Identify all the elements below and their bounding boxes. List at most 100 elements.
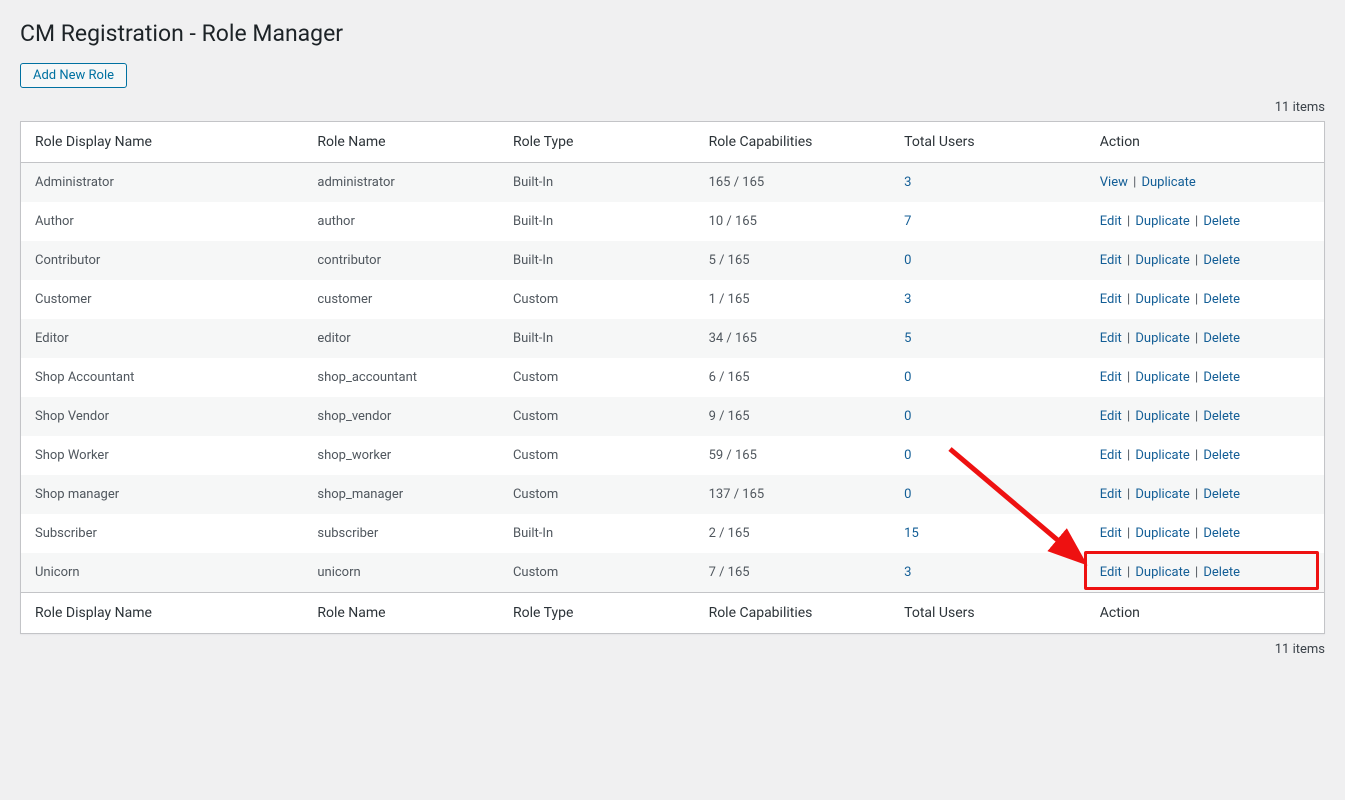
table-row: EditoreditorBuilt-In34 / 1655Edit | Dupl… xyxy=(21,319,1325,358)
edit-link[interactable]: Edit xyxy=(1100,448,1122,463)
users-link[interactable]: 0 xyxy=(904,409,911,424)
table-row: Shop Vendorshop_vendorCustom9 / 1650Edit… xyxy=(21,397,1325,436)
cell-role-name: author xyxy=(307,202,503,241)
edit-link[interactable]: Edit xyxy=(1100,565,1122,580)
col-header-action[interactable]: Action xyxy=(1090,121,1325,162)
col-header-total-users[interactable]: Total Users xyxy=(894,121,1090,162)
duplicate-link[interactable]: Duplicate xyxy=(1135,370,1189,385)
cell-role-name: shop_vendor xyxy=(307,397,503,436)
duplicate-link[interactable]: Duplicate xyxy=(1135,487,1189,502)
cell-role-type: Custom xyxy=(503,280,699,319)
cell-total-users: 3 xyxy=(894,280,1090,319)
cell-role-type: Custom xyxy=(503,397,699,436)
users-link[interactable]: 0 xyxy=(904,370,911,385)
duplicate-link[interactable]: Duplicate xyxy=(1135,331,1189,346)
cell-total-users: 7 xyxy=(894,202,1090,241)
duplicate-link[interactable]: Duplicate xyxy=(1135,526,1189,541)
cell-role-name: administrator xyxy=(307,162,503,202)
cell-display-name: Subscriber xyxy=(21,514,308,553)
cell-actions: Edit | Duplicate | Delete xyxy=(1090,202,1325,241)
delete-link[interactable]: Delete xyxy=(1203,253,1240,268)
cell-total-users: 3 xyxy=(894,162,1090,202)
cell-capabilities: 165 / 165 xyxy=(699,162,895,202)
duplicate-link[interactable]: Duplicate xyxy=(1135,409,1189,424)
col-footer-total-users[interactable]: Total Users xyxy=(894,592,1090,633)
duplicate-link[interactable]: Duplicate xyxy=(1135,448,1189,463)
items-count-bottom: 11 items xyxy=(20,634,1325,657)
col-header-role-type[interactable]: Role Type xyxy=(503,121,699,162)
col-footer-role-name[interactable]: Role Name xyxy=(307,592,503,633)
duplicate-link[interactable]: Duplicate xyxy=(1135,292,1189,307)
cell-display-name: Shop Vendor xyxy=(21,397,308,436)
cell-role-name: shop_worker xyxy=(307,436,503,475)
users-link[interactable]: 0 xyxy=(904,487,911,502)
duplicate-link[interactable]: Duplicate xyxy=(1135,253,1189,268)
col-header-capabilities[interactable]: Role Capabilities xyxy=(699,121,895,162)
delete-link[interactable]: Delete xyxy=(1203,214,1240,229)
users-link[interactable]: 3 xyxy=(904,565,911,580)
cell-capabilities: 137 / 165 xyxy=(699,475,895,514)
cell-actions: Edit | Duplicate | Delete xyxy=(1090,397,1325,436)
delete-link[interactable]: Delete xyxy=(1203,526,1240,541)
users-link[interactable]: 0 xyxy=(904,253,911,268)
cell-actions: Edit | Duplicate | Delete xyxy=(1090,475,1325,514)
users-link[interactable]: 3 xyxy=(904,175,911,190)
cell-capabilities: 1 / 165 xyxy=(699,280,895,319)
edit-link[interactable]: Edit xyxy=(1100,526,1122,541)
users-link[interactable]: 3 xyxy=(904,292,911,307)
col-footer-role-type[interactable]: Role Type xyxy=(503,592,699,633)
cell-role-type: Built-In xyxy=(503,162,699,202)
delete-link[interactable]: Delete xyxy=(1203,370,1240,385)
cell-actions: Edit | Duplicate | Delete xyxy=(1090,358,1325,397)
delete-link[interactable]: Delete xyxy=(1203,331,1240,346)
table-row: Shop managershop_managerCustom137 / 1650… xyxy=(21,475,1325,514)
cell-role-type: Built-In xyxy=(503,514,699,553)
cell-display-name: Contributor xyxy=(21,241,308,280)
duplicate-link[interactable]: Duplicate xyxy=(1135,214,1189,229)
cell-actions: Edit | Duplicate | Delete xyxy=(1090,280,1325,319)
delete-link[interactable]: Delete xyxy=(1203,487,1240,502)
cell-capabilities: 34 / 165 xyxy=(699,319,895,358)
cell-actions: Edit | Duplicate | Delete xyxy=(1090,319,1325,358)
cell-role-name: customer xyxy=(307,280,503,319)
cell-capabilities: 5 / 165 xyxy=(699,241,895,280)
delete-link[interactable]: Delete xyxy=(1203,565,1240,580)
edit-link[interactable]: Edit xyxy=(1100,409,1122,424)
edit-link[interactable]: Edit xyxy=(1100,331,1122,346)
cell-capabilities: 59 / 165 xyxy=(699,436,895,475)
edit-link[interactable]: Edit xyxy=(1100,253,1122,268)
col-header-role-name[interactable]: Role Name xyxy=(307,121,503,162)
add-new-role-button[interactable]: Add New Role xyxy=(20,63,127,88)
cell-total-users: 5 xyxy=(894,319,1090,358)
cell-actions: Edit | Duplicate | Delete xyxy=(1090,436,1325,475)
cell-role-name: subscriber xyxy=(307,514,503,553)
table-row: ContributorcontributorBuilt-In5 / 1650Ed… xyxy=(21,241,1325,280)
roles-table: Role Display Name Role Name Role Type Ro… xyxy=(20,121,1325,634)
users-link[interactable]: 7 xyxy=(904,214,911,229)
cell-display-name: Administrator xyxy=(21,162,308,202)
edit-link[interactable]: Edit xyxy=(1100,370,1122,385)
cell-capabilities: 7 / 165 xyxy=(699,553,895,593)
col-header-display-name[interactable]: Role Display Name xyxy=(21,121,308,162)
cell-total-users: 0 xyxy=(894,397,1090,436)
edit-link[interactable]: Edit xyxy=(1100,214,1122,229)
col-footer-capabilities[interactable]: Role Capabilities xyxy=(699,592,895,633)
cell-role-type: Built-In xyxy=(503,241,699,280)
users-link[interactable]: 5 xyxy=(904,331,911,346)
cell-role-name: shop_accountant xyxy=(307,358,503,397)
users-link[interactable]: 15 xyxy=(904,526,919,541)
edit-link[interactable]: Edit xyxy=(1100,487,1122,502)
col-footer-action[interactable]: Action xyxy=(1090,592,1325,633)
delete-link[interactable]: Delete xyxy=(1203,448,1240,463)
delete-link[interactable]: Delete xyxy=(1203,292,1240,307)
col-footer-display-name[interactable]: Role Display Name xyxy=(21,592,308,633)
users-link[interactable]: 0 xyxy=(904,448,911,463)
cell-role-name: editor xyxy=(307,319,503,358)
edit-link[interactable]: Edit xyxy=(1100,292,1122,307)
view-link[interactable]: View xyxy=(1100,175,1128,190)
duplicate-link[interactable]: Duplicate xyxy=(1141,175,1195,190)
cell-display-name: Shop Accountant xyxy=(21,358,308,397)
delete-link[interactable]: Delete xyxy=(1203,409,1240,424)
duplicate-link[interactable]: Duplicate xyxy=(1135,565,1189,580)
table-row: CustomercustomerCustom1 / 1653Edit | Dup… xyxy=(21,280,1325,319)
